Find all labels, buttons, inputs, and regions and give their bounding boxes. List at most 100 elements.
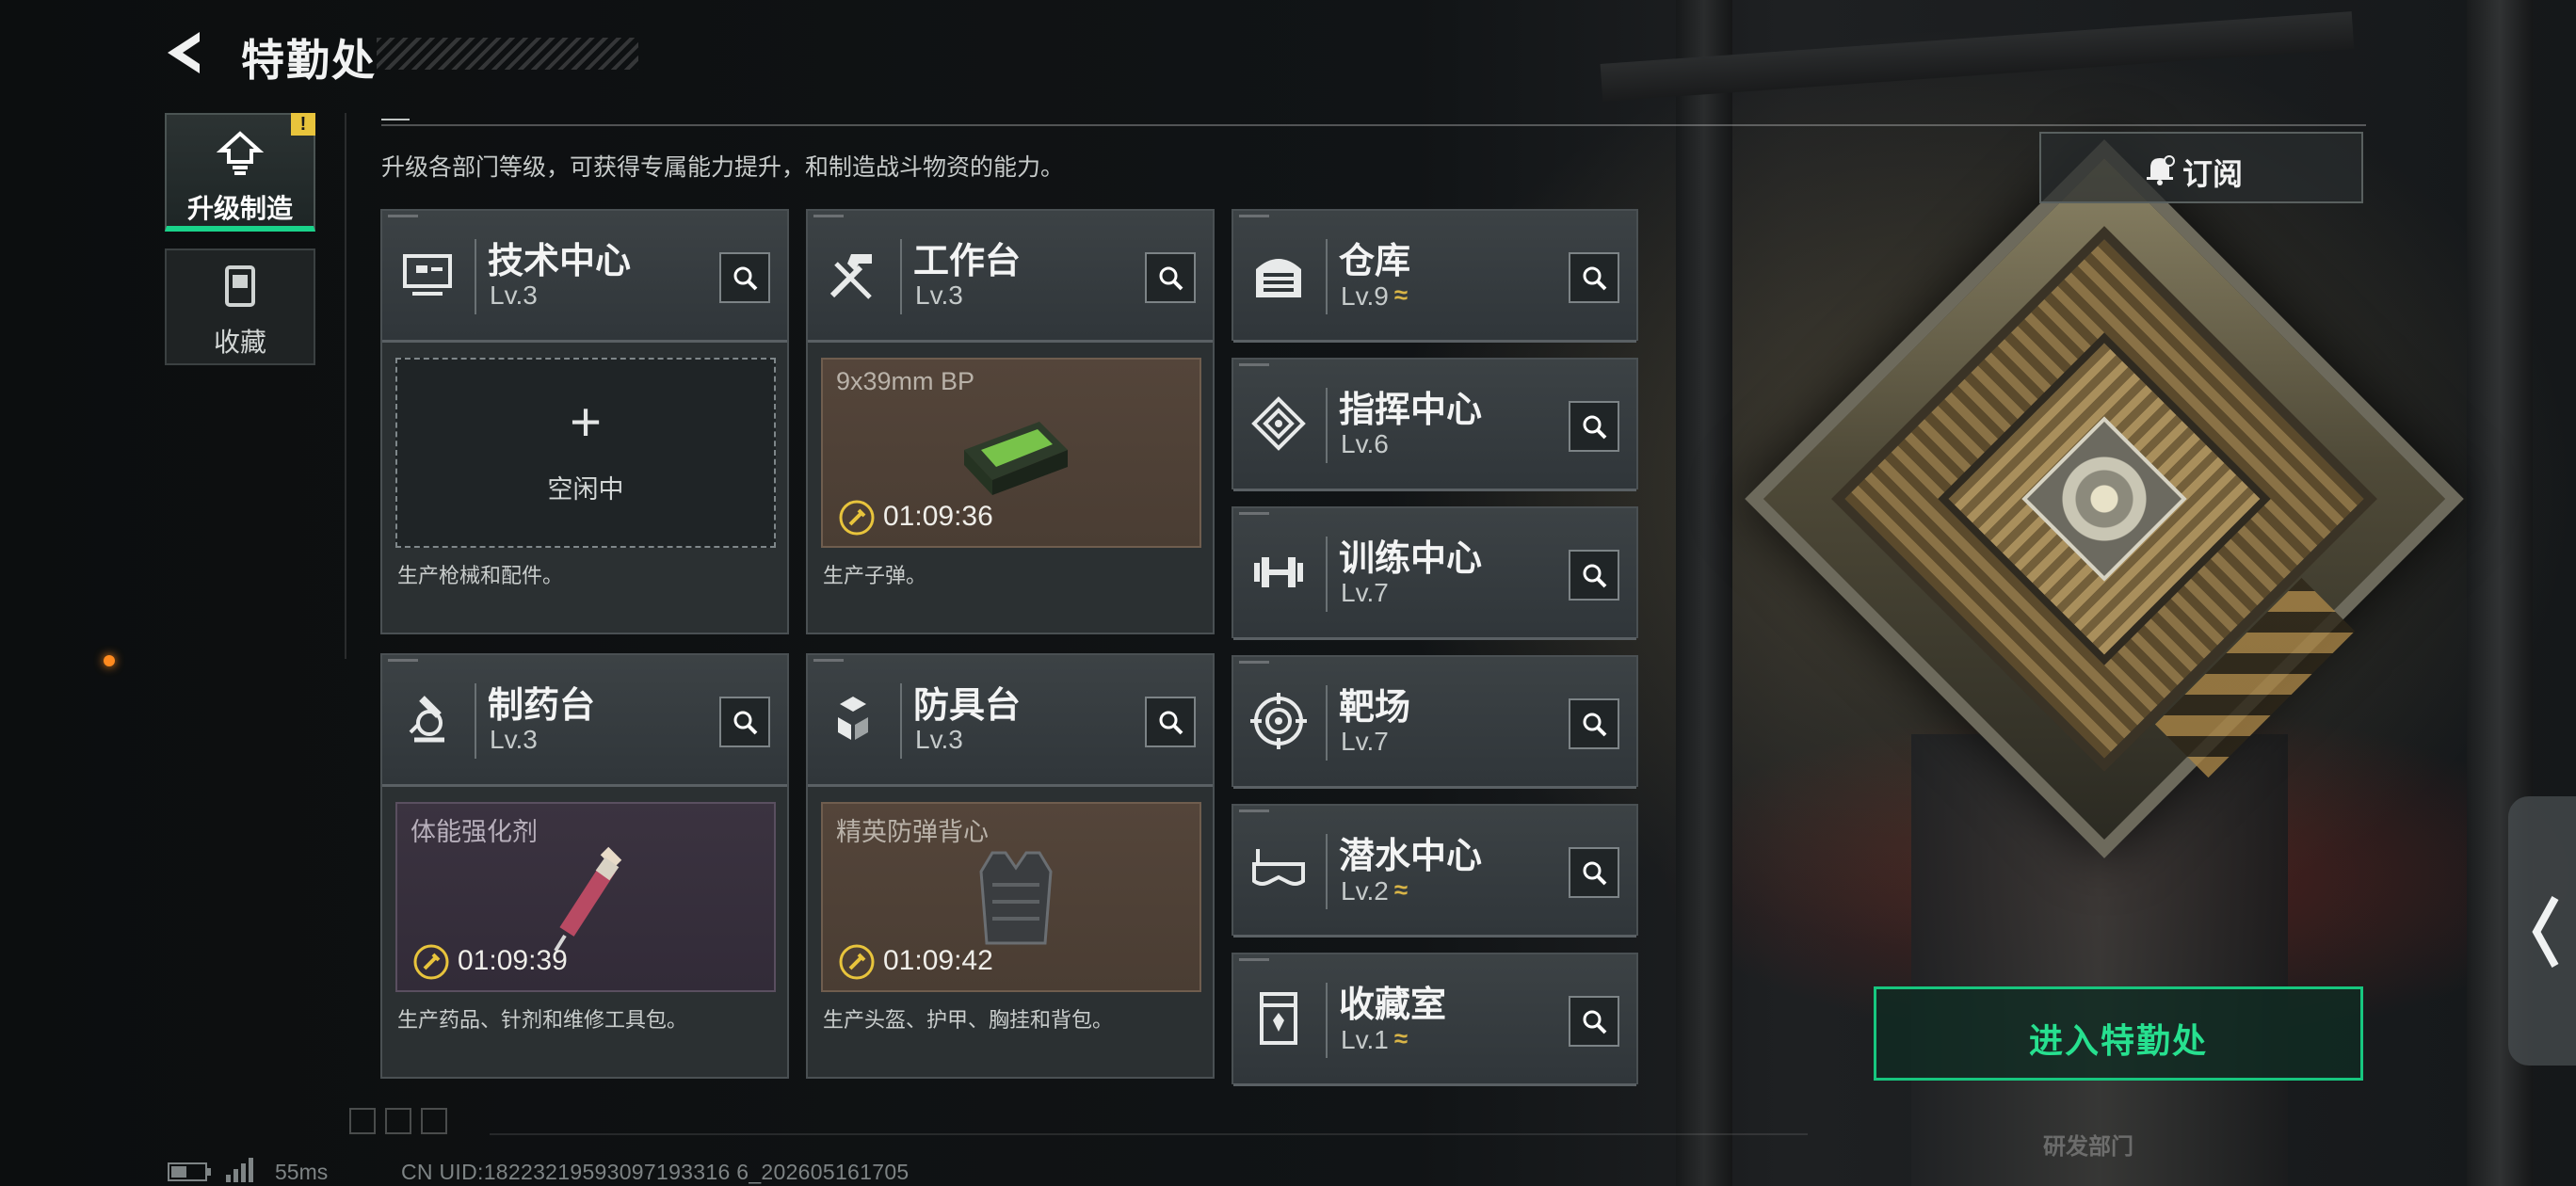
workbench-icon [829, 254, 872, 299]
search-button[interactable] [719, 252, 770, 303]
background-logo: 研发部门 [2043, 1134, 2133, 1160]
facility-header[interactable]: 收藏室 Lv.1 ≈ [1233, 954, 1636, 1086]
nav-divider [345, 113, 346, 659]
facility-level: Lv.2 ≈ [1341, 875, 1409, 906]
facility-card-pharmacy: 制药台 Lv.3 体能强化剂 01:09:39 生产药品、针剂和维修工具包。 [380, 653, 789, 1079]
search-icon [1583, 266, 1607, 291]
header-divider-accent [381, 119, 410, 120]
stim-injector-icon [554, 846, 622, 953]
subscribe-label: 订阅 [2182, 157, 2244, 191]
facility-name: 仓库 [1339, 242, 1411, 281]
side-drawer-toggle[interactable] [2508, 796, 2576, 1066]
facility-description: 生产子弹。 [823, 564, 927, 587]
search-button[interactable] [1145, 252, 1196, 303]
facility-card-shooting-range[interactable]: 靶场 Lv.7 [1232, 655, 1638, 789]
page-description: 升级各部门等级，可获得专属能力提升，和制造战斗物资的能力。 [381, 154, 1065, 181]
facility-level: Lv.3 [915, 725, 963, 754]
search-icon [1583, 861, 1607, 886]
facility-name: 潜水中心 [1339, 837, 1483, 876]
facility-header[interactable]: 仓库 Lv.9 ≈ [1233, 211, 1636, 343]
facility-level: Lv.3 [490, 280, 538, 310]
facility-card-command-center[interactable]: 指挥中心 Lv.6 [1232, 358, 1638, 491]
alert-badge: ! [291, 113, 315, 136]
search-icon [1583, 415, 1607, 440]
special-ops-cube-model [1745, 139, 2464, 858]
facility-header[interactable]: 制药台 Lv.3 [382, 655, 787, 787]
production-slot-active[interactable]: 精英防弹背心 01:09:42 [821, 802, 1201, 992]
subscribe-button[interactable]: 订阅 [2039, 132, 2363, 203]
tab-collection[interactable]: 收藏 [165, 248, 315, 365]
search-button[interactable] [1569, 847, 1619, 898]
pharmacy-icon [409, 696, 444, 743]
facility-card-warehouse[interactable]: 仓库 Lv.9 ≈ [1232, 209, 1638, 343]
facility-header[interactable]: 训练中心 Lv.7 [1233, 508, 1636, 640]
layout-toggle-icons [349, 1108, 447, 1134]
tab-label: 收藏 [213, 328, 266, 357]
search-icon [1583, 713, 1607, 737]
facility-description: 生产头盔、护甲、胸挂和背包。 [823, 1008, 1114, 1032]
add-icon: + [570, 392, 602, 453]
upgrade-available-icon: ≈ [1393, 1024, 1409, 1052]
idle-status: 空闲中 [547, 475, 624, 504]
production-item-name: 9x39mm BP [836, 367, 975, 395]
facility-card-diving-center[interactable]: 潜水中心 Lv.2 ≈ [1232, 804, 1638, 938]
facility-header[interactable]: 潜水中心 Lv.2 ≈ [1233, 806, 1636, 938]
back-arrow-icon[interactable] [162, 26, 211, 79]
facility-header[interactable]: 工作台 Lv.3 [808, 211, 1213, 343]
facility-header[interactable]: 指挥中心 Lv.6 [1233, 360, 1636, 491]
production-timer: 01:09:42 [883, 945, 993, 976]
facility-name: 制药台 [488, 686, 596, 726]
facility-card-tech-center: 技术中心 Lv.3 + 空闲中 生产枪械和配件。 [380, 209, 789, 634]
network-latency: 55ms [275, 1160, 329, 1184]
search-button[interactable] [1569, 252, 1619, 303]
production-slot-active[interactable]: 体能强化剂 01:09:39 [395, 802, 776, 992]
footer-divider [490, 1133, 1808, 1135]
facility-header[interactable]: 防具台 Lv.3 [808, 655, 1213, 787]
armor-bench-icon [838, 697, 868, 740]
enter-special-ops-button[interactable]: 进入特勤处 [1874, 986, 2363, 1081]
search-button[interactable] [1569, 401, 1619, 452]
tab-upgrade-manufacture[interactable]: 升级制造 ! [165, 113, 315, 232]
facility-level: Lv.3 [915, 280, 963, 310]
facility-level: Lv.7 [1341, 578, 1389, 607]
battery-icon [168, 1162, 211, 1181]
production-slot-idle[interactable]: + 空闲中 [395, 358, 776, 548]
diving-center-icon [1252, 849, 1305, 886]
search-button[interactable] [719, 697, 770, 747]
facility-level: Lv.1 ≈ [1341, 1024, 1409, 1054]
production-timer-icon [839, 500, 875, 536]
tab-label: 升级制造 [186, 194, 293, 223]
production-item-name: 体能强化剂 [411, 818, 538, 846]
search-button[interactable] [1569, 550, 1619, 601]
collection-room-icon [1260, 992, 1297, 1045]
facility-card-collection-room[interactable]: 收藏室 Lv.1 ≈ [1232, 953, 1638, 1086]
facility-name: 指挥中心 [1339, 391, 1483, 430]
facility-level: Lv.6 [1341, 429, 1389, 458]
search-button[interactable] [1145, 697, 1196, 747]
upgrade-available-icon: ≈ [1393, 280, 1409, 309]
facility-level: Lv.9 ≈ [1341, 280, 1409, 311]
header-divider [381, 124, 2366, 126]
armor-vest-icon [979, 851, 1053, 945]
ammo-box-icon [964, 422, 1068, 495]
production-timer-icon [839, 944, 875, 980]
search-button[interactable] [1569, 996, 1619, 1047]
production-timer: 01:09:39 [458, 945, 568, 976]
facility-header[interactable]: 靶场 Lv.7 [1233, 657, 1636, 789]
indicator-dot [104, 655, 115, 666]
facility-card-training-center[interactable]: 训练中心 Lv.7 [1232, 506, 1638, 640]
facility-level: Lv.7 [1341, 727, 1389, 756]
facility-header[interactable]: 技术中心 Lv.3 [382, 211, 787, 343]
facility-name: 训练中心 [1339, 539, 1483, 579]
title-decoration [377, 38, 638, 70]
production-slot-active[interactable]: 9x39mm BP 01:09:36 [821, 358, 1201, 548]
search-button[interactable] [1569, 698, 1619, 749]
facility-card-armor-bench: 防具台 Lv.3 精英防弹背心 01:09:42 生产头盔、护甲、胸挂和背包。 [806, 653, 1215, 1079]
bell-icon [2147, 155, 2175, 185]
production-timer: 01:09:36 [883, 501, 993, 532]
upgrade-icon [216, 131, 265, 175]
search-icon [1159, 266, 1183, 291]
page-title: 特勤处 [241, 36, 377, 85]
warehouse-icon [1256, 259, 1301, 297]
production-item-name: 精英防弹背心 [836, 818, 989, 846]
